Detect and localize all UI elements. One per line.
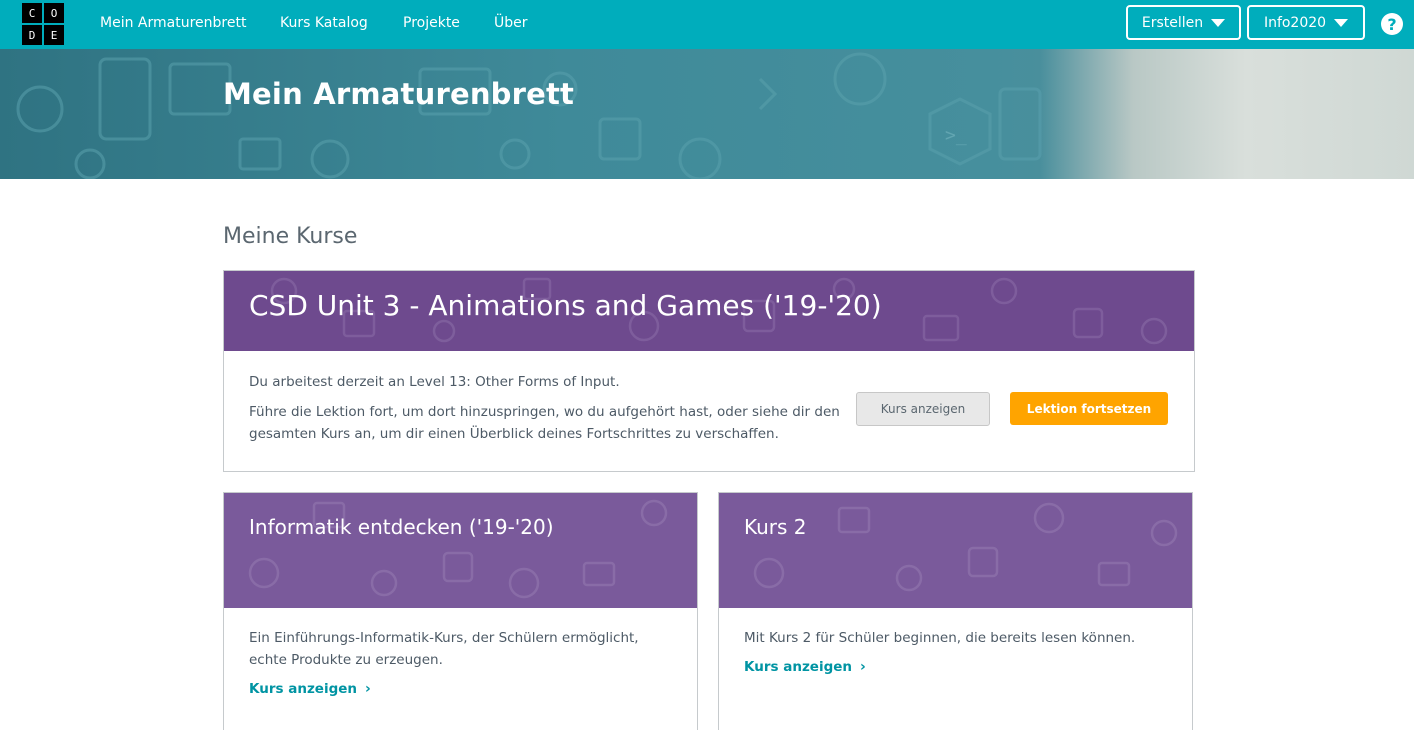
view-course-link-label: Kurs anzeigen <box>744 659 853 675</box>
nav-item-dashboard[interactable]: Mein Armaturenbrett <box>100 15 246 31</box>
chevron-down-icon <box>1211 18 1226 27</box>
hero-student-photo <box>1040 49 1414 179</box>
logo-letter: E <box>44 25 64 45</box>
svg-text:>_: >_ <box>945 125 967 146</box>
course-header-pattern <box>753 502 1178 592</box>
course-description: Mit Kurs 2 für Schüler beginnen, die ber… <box>744 630 1136 646</box>
top-navigation-bar: C O D E Mein Armaturenbrett Kurs Katalog… <box>0 0 1414 49</box>
hero-banner: >_ Mein Armaturenbrett <box>0 49 1414 179</box>
view-course-link[interactable]: Kurs anzeigen › <box>249 681 371 697</box>
course-description: Führe die Lektion fort, um dort hinzuspr… <box>249 404 840 442</box>
user-menu-button[interactable]: Info2020 <box>1247 5 1365 40</box>
nav-item-about[interactable]: Über <box>494 15 528 31</box>
course-header-pattern <box>248 499 668 599</box>
page-title: Mein Armaturenbrett <box>223 77 575 111</box>
course-description: Ein Einführungs-Informatik-Kurs, der Sch… <box>249 630 639 668</box>
course-card-header: Informatik entdecken ('19-'20) <box>224 493 697 608</box>
help-icon[interactable]: ? <box>1381 13 1403 35</box>
chevron-right-icon: › <box>860 659 866 675</box>
course-card-header: Kurs 2 <box>719 493 1192 608</box>
continue-lesson-button[interactable]: Lektion fortsetzen <box>1010 392 1168 425</box>
code-org-logo[interactable]: C O D E <box>22 3 64 45</box>
chevron-down-icon <box>1334 18 1349 27</box>
course-title[interactable]: CSD Unit 3 - Animations and Games ('19-'… <box>249 289 882 322</box>
current-course-card: CSD Unit 3 - Animations and Games ('19-'… <box>223 270 1195 472</box>
view-course-button[interactable]: Kurs anzeigen <box>856 392 990 426</box>
course-title[interactable]: Kurs 2 <box>744 515 807 539</box>
course-card: Kurs 2 Mit Kurs 2 für Schüler beginnen, … <box>718 492 1193 730</box>
logo-letter: O <box>44 3 64 23</box>
create-dropdown-button[interactable]: Erstellen <box>1126 5 1241 40</box>
hero-pattern-decoration: >_ <box>16 52 1042 179</box>
user-name: Info2020 <box>1263 14 1327 31</box>
course-card-header: CSD Unit 3 - Animations and Games ('19-'… <box>224 271 1194 351</box>
chevron-right-icon: › <box>365 681 371 697</box>
view-course-link[interactable]: Kurs anzeigen › <box>744 659 866 675</box>
my-courses-heading: Meine Kurse <box>223 224 358 249</box>
logo-letter: D <box>22 25 42 45</box>
logo-letter: C <box>22 3 42 23</box>
view-course-link-label: Kurs anzeigen <box>249 681 358 697</box>
create-label: Erstellen <box>1141 14 1204 31</box>
nav-item-course-catalog[interactable]: Kurs Katalog <box>280 15 368 31</box>
nav-item-projects[interactable]: Projekte <box>403 15 460 31</box>
course-title[interactable]: Informatik entdecken ('19-'20) <box>249 515 554 539</box>
course-card: Informatik entdecken ('19-'20) Ein Einfü… <box>223 492 698 730</box>
course-status-text: Du arbeitest derzeit an Level 13: Other … <box>249 374 620 390</box>
course-body: Du arbeitest derzeit an Level 13: Other … <box>249 371 849 453</box>
